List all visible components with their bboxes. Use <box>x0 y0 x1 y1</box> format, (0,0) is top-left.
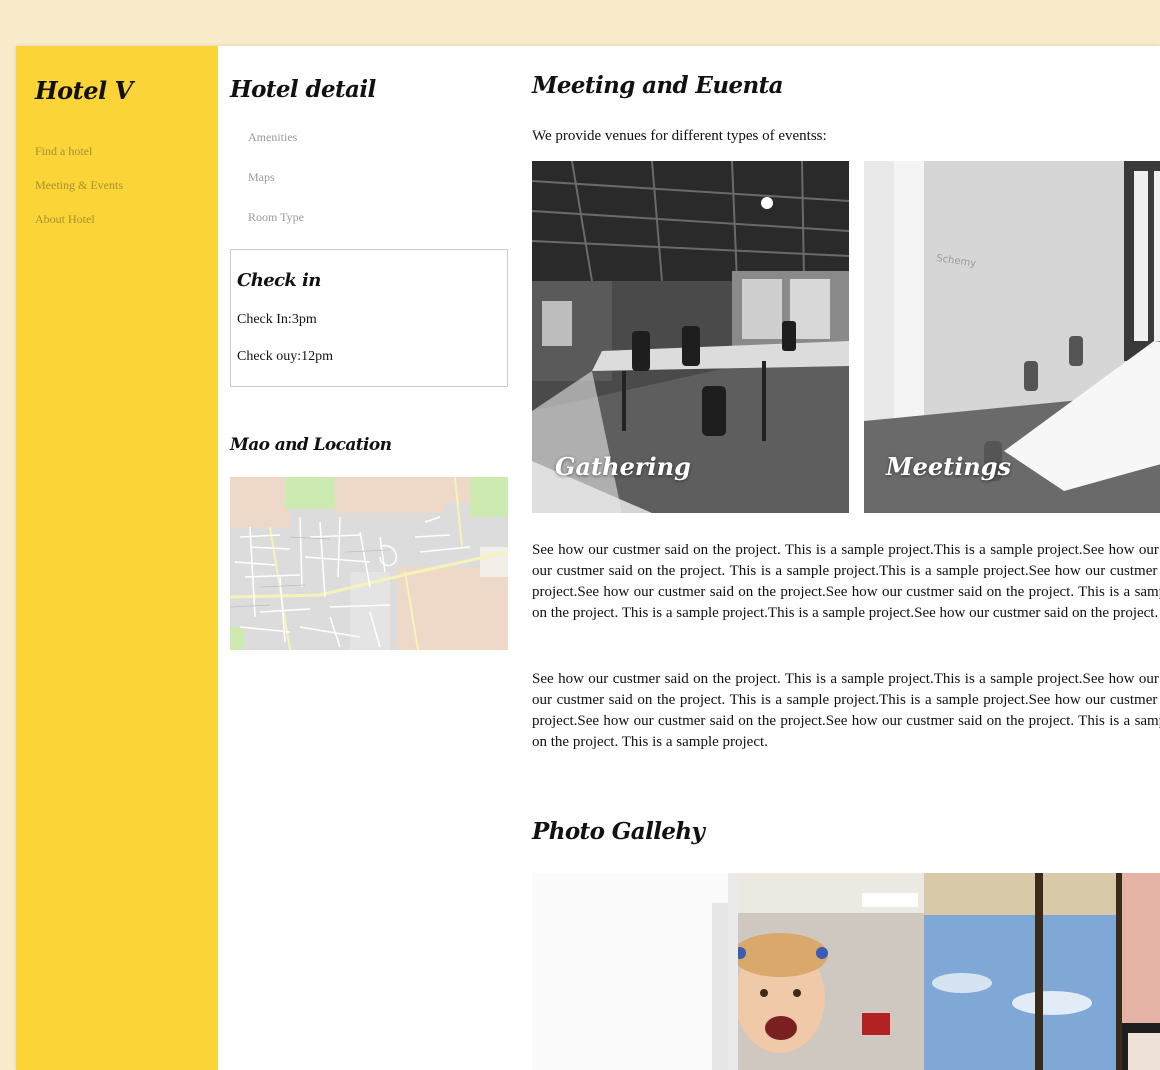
page-container: Hotel V Find a hotel Meeting & Events Ab… <box>16 46 1160 1070</box>
gallery-photos <box>532 873 1160 1070</box>
gallery-photo-3 <box>924 873 1122 1070</box>
checkin-title: Check in <box>237 270 321 291</box>
sidebar-item-find-hotel[interactable]: Find a hotel <box>35 144 92 159</box>
link-room-type[interactable]: Room Type <box>248 210 304 225</box>
gathering-card[interactable]: Gathering <box>532 161 849 513</box>
sidebar: Hotel V Find a hotel Meeting & Events Ab… <box>16 46 218 1070</box>
meetings-label: Meetings <box>886 452 1012 481</box>
photo-gallery <box>532 873 1160 1070</box>
checkout-time: Check ouy:12pm <box>237 349 334 364</box>
gathering-label: Gathering <box>555 452 691 481</box>
brand-logo[interactable]: Hotel V <box>35 76 133 105</box>
gallery-photo-1 <box>532 873 728 1070</box>
sidebar-item-about-hotel[interactable]: About Hotel <box>35 212 95 227</box>
checkin-time: Check In:3pm <box>237 312 317 327</box>
checkin-box: Check in Check In:3pm Check ouy:12pm <box>230 249 508 387</box>
meetings-title: Meeting and Euenta <box>532 72 784 99</box>
map-graphic <box>230 477 508 650</box>
map-section-title: Mao and Location <box>230 435 392 455</box>
link-maps[interactable]: Maps <box>248 170 275 185</box>
link-amenities[interactable]: Amenities <box>248 130 297 145</box>
description-paragraph-2: See how our custmer said on the project.… <box>532 671 1160 750</box>
sidebar-item-meeting-events[interactable]: Meeting & Events <box>35 178 123 193</box>
gallery-photo-2 <box>728 873 924 1070</box>
description-paragraph-1: See how our custmer said on the project.… <box>532 542 1160 621</box>
meetings-intro: We provide venues for different types of… <box>532 128 827 144</box>
location-map[interactable] <box>230 477 508 650</box>
gallery-photo-4 <box>1122 873 1160 1070</box>
gallery-title: Photo Gallehy <box>532 818 705 845</box>
hotel-detail-title: Hotel detail <box>230 76 376 103</box>
meetings-card[interactable]: Schemy Meetings <box>864 161 1160 513</box>
